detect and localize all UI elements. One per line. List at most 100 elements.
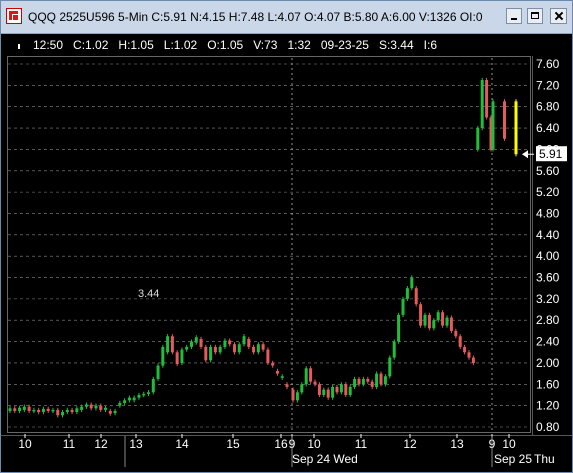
candle-body: [375, 373, 379, 387]
candle-body: [142, 393, 146, 396]
candle-body: [280, 376, 284, 378]
candle-body: [8, 408, 12, 411]
candle-body: [383, 376, 387, 385]
candle-body: [485, 80, 489, 118]
candle-body: [357, 378, 361, 385]
candle-body: [70, 409, 74, 413]
candle-body: [194, 337, 198, 343]
time-tick-label: 15: [226, 437, 240, 451]
candle-body: [331, 386, 335, 398]
candle-body: [300, 384, 304, 393]
candle-body: [13, 408, 17, 411]
candle-body: [123, 400, 127, 403]
candle-body: [185, 346, 189, 350]
candle-body: [266, 349, 270, 363]
candle-body: [161, 346, 165, 366]
candle-body: [80, 406, 84, 410]
candle-body: [401, 298, 405, 315]
price-tick-label: 1.60: [536, 377, 560, 391]
candle-body: [322, 389, 326, 395]
price-tick-label: 2.40: [536, 335, 560, 349]
time-tick-label: 10: [502, 437, 516, 451]
candle-body: [291, 389, 295, 401]
candle-body: [361, 378, 365, 385]
candle-body: [56, 409, 60, 416]
candle-body: [75, 408, 79, 413]
candle-body: [37, 409, 41, 413]
candle-body: [348, 386, 352, 395]
candle-body: [454, 330, 458, 337]
candle-body: [127, 397, 131, 401]
candle-body: [419, 304, 423, 326]
candle-body: [180, 349, 184, 363]
candle-body: [61, 412, 65, 416]
time-tick-label: 13: [129, 437, 143, 451]
candle-body: [423, 314, 427, 326]
candle-body: [388, 357, 392, 377]
candle-body: [65, 409, 69, 413]
price-tick-label: 0.80: [536, 420, 560, 434]
candle-body: [247, 338, 251, 347]
candle-body: [449, 317, 453, 331]
candle-body: [353, 378, 357, 387]
candle-body: [441, 312, 445, 326]
candle-body: [204, 346, 208, 361]
candle-body: [223, 340, 227, 347]
date-label: Sep 25: [494, 452, 532, 466]
candle-body: [445, 317, 449, 326]
candle-body: [156, 365, 160, 379]
candle-body: [99, 405, 103, 410]
candle-body: [199, 338, 203, 347]
candle-body: [261, 344, 265, 350]
candle-body: [427, 314, 431, 329]
candle-body: [436, 312, 440, 321]
candle-body: [309, 368, 313, 382]
candle-body: [175, 352, 179, 365]
candle-body: [366, 378, 370, 382]
candle-body: [242, 336, 246, 345]
candle-body: [213, 346, 217, 353]
candle-body: [18, 407, 22, 411]
candle-body: [491, 101, 495, 150]
candle-body: [104, 407, 108, 410]
candlestick-chart[interactable]: 7.607.206.806.406.005.605.204.804.404.00…: [1, 1, 572, 472]
time-tick-label: 12: [94, 437, 108, 451]
candle-body: [463, 346, 467, 353]
candle-body: [304, 368, 308, 385]
candle-body: [166, 336, 170, 353]
candle-body: [285, 384, 289, 387]
candle-body: [89, 404, 93, 409]
price-tick-label: 2.80: [536, 313, 560, 327]
candle-body: [467, 352, 471, 358]
candle-body: [113, 410, 117, 414]
candle-body: [41, 408, 45, 413]
time-tick-label: 10: [18, 437, 32, 451]
candle-body: [256, 344, 260, 353]
candle-body: [228, 340, 232, 345]
candle-body: [232, 344, 236, 353]
date-label: Sep 24 Wed: [292, 452, 358, 466]
candle-body: [476, 128, 480, 150]
candle-body: [132, 397, 136, 401]
price-tick-label: 7.20: [536, 78, 560, 92]
date-label: Thu: [534, 452, 555, 466]
time-tick-label: 12: [403, 437, 417, 451]
candle-body: [51, 409, 55, 412]
candle-body: [503, 101, 506, 139]
candle-body: [379, 373, 383, 385]
price-tick-label: 4.00: [536, 249, 560, 263]
time-tick-label: 11: [355, 437, 368, 451]
candle-body: [118, 402, 122, 406]
candle-body: [405, 288, 409, 299]
time-tick-label: 10: [307, 437, 321, 451]
candle-body: [252, 346, 256, 353]
chart-window: QQQ 2525U596 5-Min C:5.91 N:4.15 H:7.48 …: [0, 0, 573, 473]
time-tick-label: 14: [175, 437, 189, 451]
candle-body: [147, 392, 150, 394]
candle-body: [94, 405, 98, 409]
price-tick-label: 5.60: [536, 164, 560, 178]
price-tick-label: 2.00: [536, 356, 560, 370]
candle-body: [32, 409, 36, 412]
candle-body: [410, 277, 414, 289]
candle-body: [137, 394, 141, 398]
